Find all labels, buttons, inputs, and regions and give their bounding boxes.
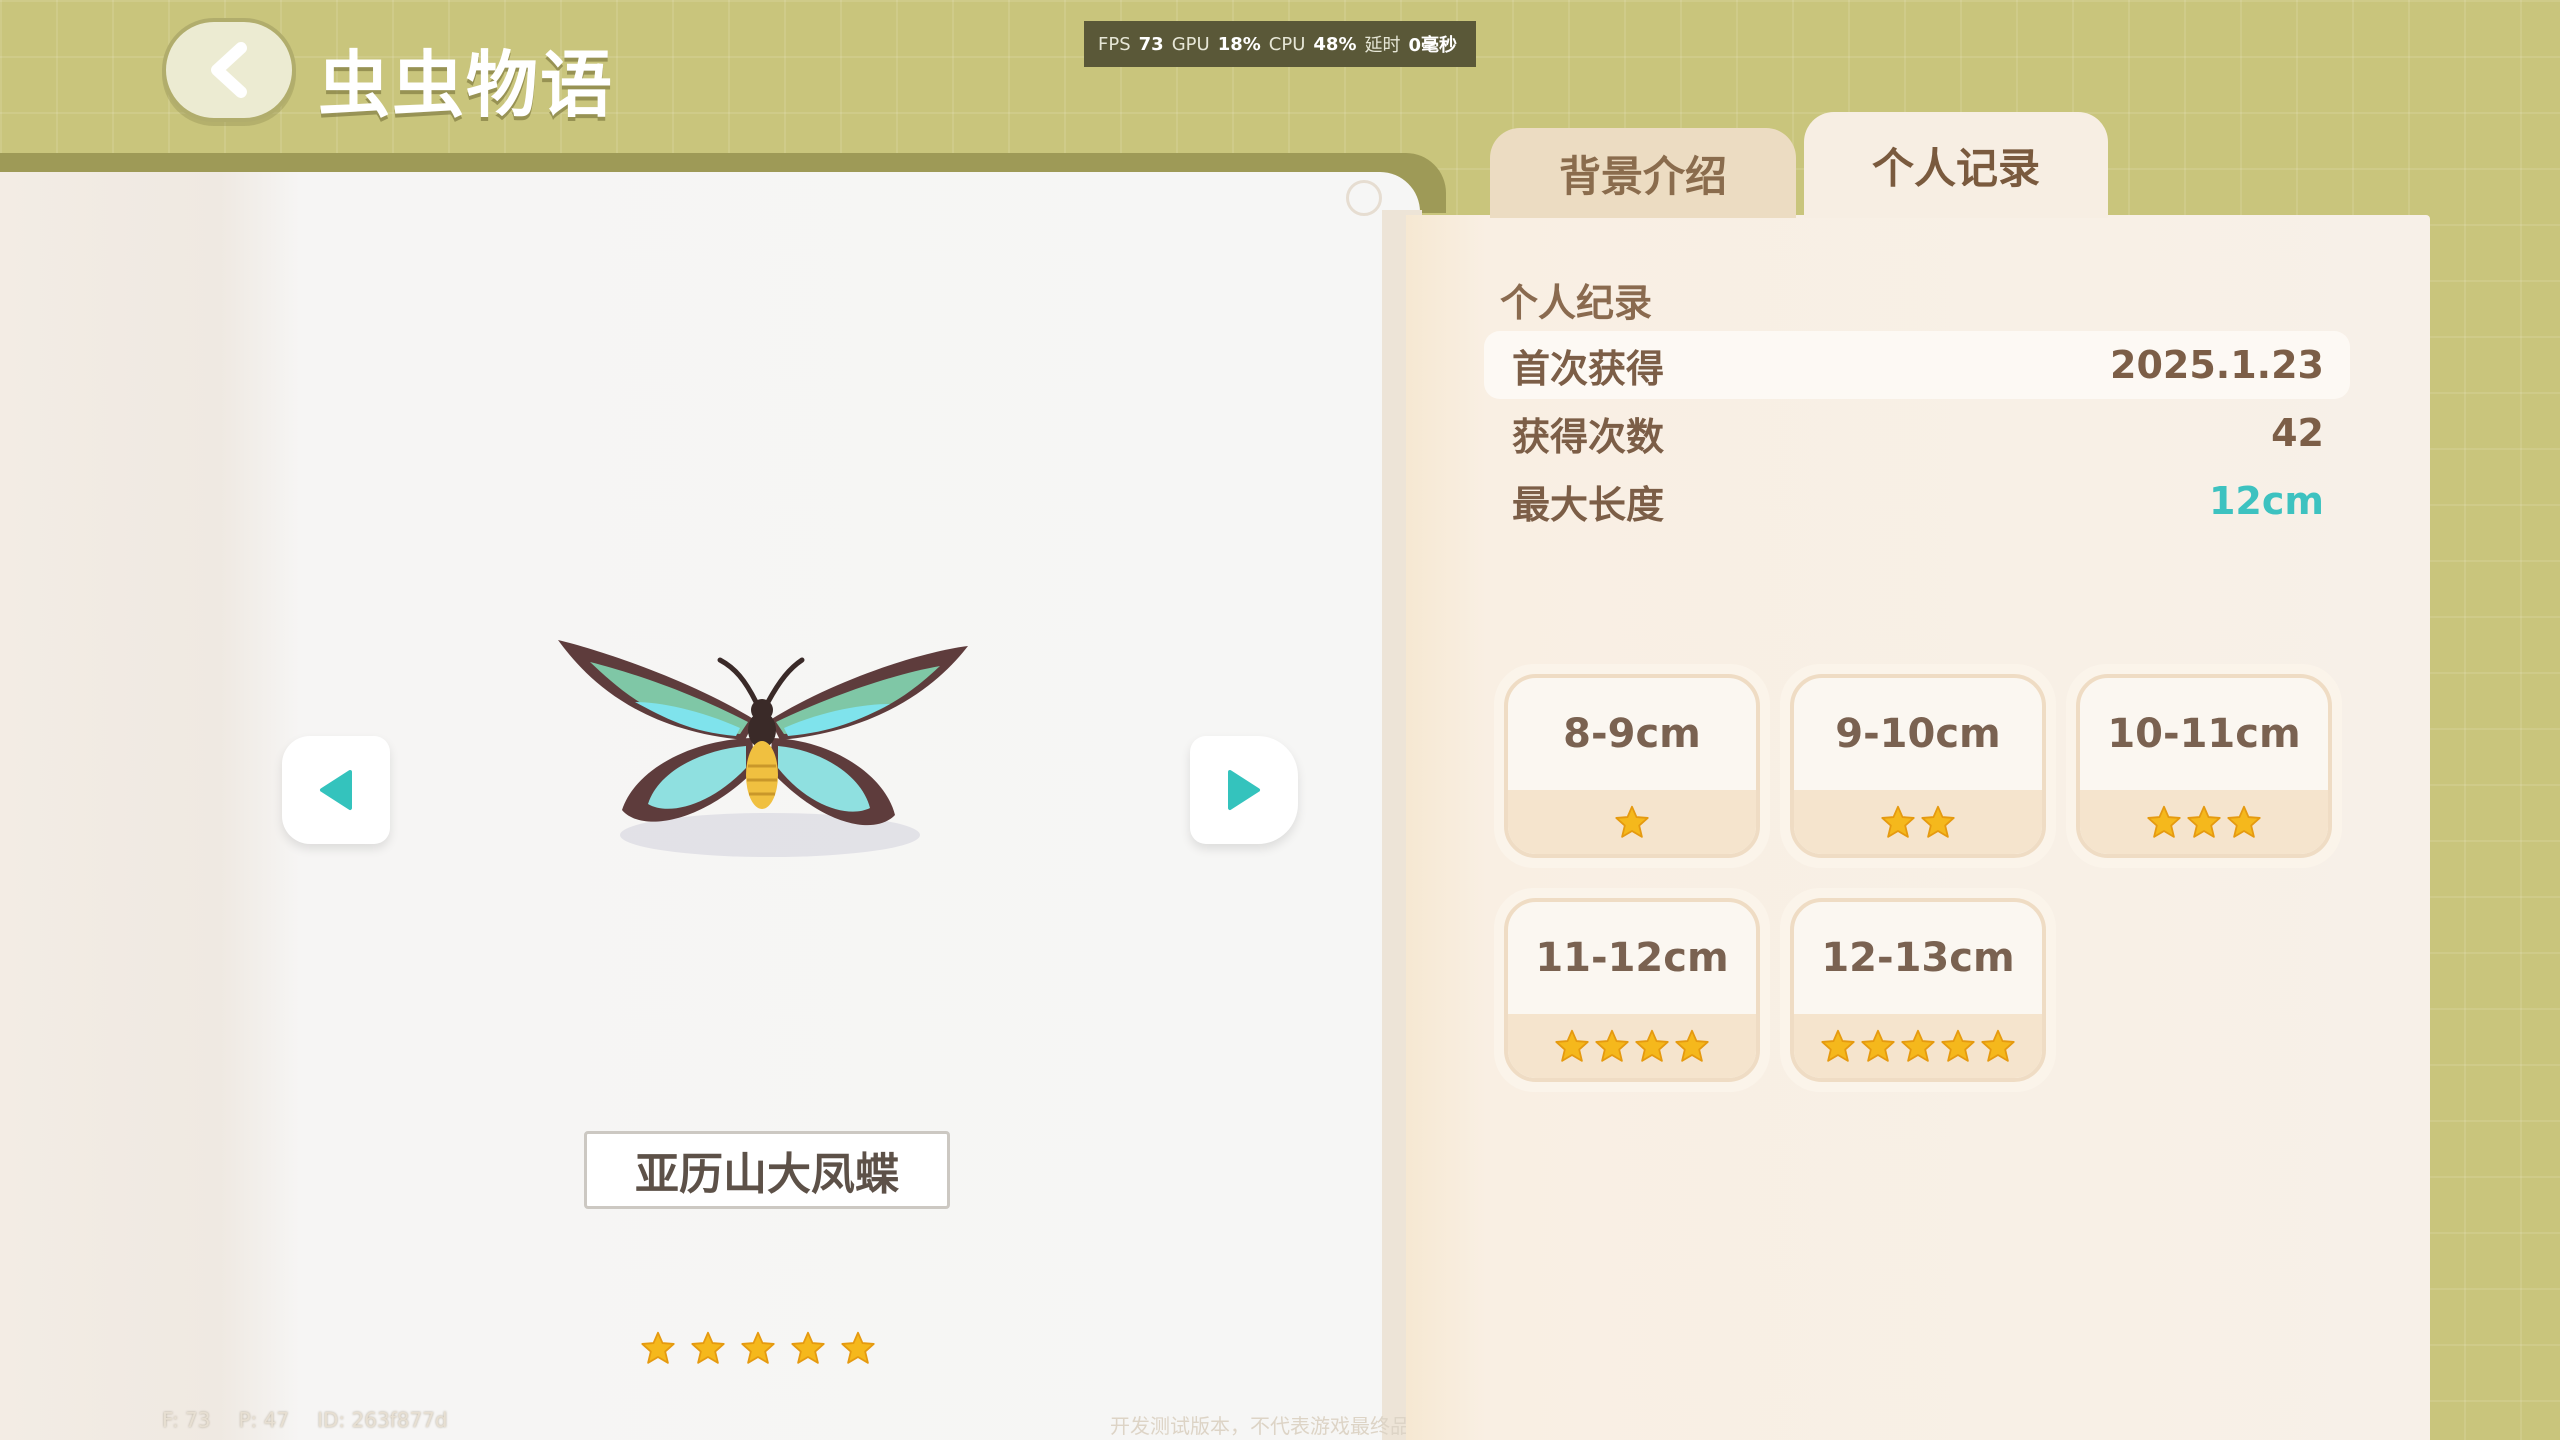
star-icon — [1675, 1029, 1709, 1062]
chevron-left-icon — [211, 42, 247, 98]
star-icon — [1595, 1029, 1629, 1062]
record-value: 12cm — [2208, 479, 2324, 523]
star-icon — [2147, 805, 2181, 838]
star-icon — [1921, 805, 1955, 838]
build-disclaimer: 开发测试版本，不代表游戏最终品质 — [1110, 1414, 1430, 1438]
star-icon — [1941, 1029, 1975, 1062]
size-tier-card[interactable]: 8-9cm — [1494, 664, 1770, 868]
star-icon — [791, 1331, 825, 1364]
star-icon — [691, 1331, 725, 1364]
record-heading: 个人纪录 — [1500, 281, 1653, 325]
star-icon — [1555, 1029, 1589, 1062]
tab-label: 背景介绍 — [1558, 151, 1727, 201]
star-icon — [1981, 1029, 2015, 1062]
tab-personal-record[interactable]: 个人记录 — [1804, 112, 2108, 218]
butterfly-illustration — [558, 640, 968, 857]
star-icon — [1615, 805, 1649, 838]
size-range: 8-9cm — [1563, 711, 1701, 757]
triangle-left-icon — [320, 770, 352, 810]
size-tier-card[interactable]: 9-10cm — [1780, 664, 2056, 868]
performance-overlay: FPS 73 GPU 18% CPU 48% 延时 0毫秒 — [1084, 21, 1476, 67]
star-icon — [2187, 805, 2221, 838]
debug-id: ID: 263f877d — [317, 1408, 448, 1432]
previous-insect-button[interactable] — [282, 736, 390, 844]
size-range: 11-12cm — [1535, 935, 1729, 981]
tier-stars — [2080, 790, 2328, 854]
size-tier-frame: 9-10cm — [1790, 674, 2046, 858]
size-tier-frame: 12-13cm — [1790, 898, 2046, 1082]
size-tier-card[interactable]: 10-11cm — [2066, 664, 2342, 868]
tier-stars — [1794, 790, 2042, 854]
record-row-first-obtained: 首次获得 2025.1.23 — [1484, 331, 2350, 399]
record-row-obtain-count: 获得次数 42 — [1484, 399, 2350, 467]
size-range: 12-13cm — [1821, 935, 2015, 981]
size-tier-frame: 11-12cm — [1504, 898, 1760, 1082]
star-icon — [741, 1331, 775, 1364]
tab-label: 个人记录 — [1871, 143, 2040, 193]
insect-name: 亚历山大凤蝶 — [635, 1149, 899, 1200]
star-icon — [1821, 1029, 1855, 1062]
record-row-max-length: 最大长度 12cm — [1484, 467, 2350, 535]
size-range: 9-10cm — [1835, 711, 2001, 757]
size-tier-frame: 8-9cm — [1504, 674, 1760, 858]
cpu-value: 48% — [1313, 33, 1357, 55]
gpu-label: GPU — [1171, 33, 1210, 55]
star-icon — [641, 1331, 675, 1364]
latency-value: 0毫秒 — [1408, 35, 1458, 56]
debug-info: F: 73 P: 47 ID: 263f877d — [162, 1408, 448, 1432]
tier-stars — [1794, 1014, 2042, 1078]
back-button[interactable] — [162, 18, 296, 122]
fps-value: 73 — [1138, 33, 1164, 55]
record-value: 42 — [2271, 411, 2324, 455]
fps-label: FPS — [1098, 33, 1131, 55]
rarity-stars — [640, 1330, 876, 1366]
star-icon — [2227, 805, 2261, 838]
star-icon — [1635, 1029, 1669, 1062]
gpu-value: 18% — [1217, 33, 1261, 55]
next-insect-button[interactable] — [1190, 736, 1298, 844]
size-tier-card[interactable]: 11-12cm — [1494, 888, 1770, 1092]
record-label: 获得次数 — [1512, 414, 1665, 459]
star-icon — [1861, 1029, 1895, 1062]
debug-f: F: 73 — [162, 1408, 211, 1432]
size-range: 10-11cm — [2107, 711, 2301, 757]
page-title: 虫虫物语 — [318, 43, 615, 127]
size-tier-card[interactable]: 12-13cm — [1780, 888, 2056, 1092]
tier-stars — [1508, 790, 1756, 854]
record-value: 2025.1.23 — [2110, 343, 2324, 387]
latency-label: 延时 — [1364, 35, 1401, 56]
record-label: 首次获得 — [1512, 346, 1665, 391]
size-tier-frame: 10-11cm — [2076, 674, 2332, 858]
tab-background-intro[interactable]: 背景介绍 — [1490, 128, 1796, 218]
star-icon — [1901, 1029, 1935, 1062]
debug-p: P: 47 — [238, 1408, 290, 1432]
tier-stars — [1508, 1014, 1756, 1078]
star-icon — [841, 1331, 875, 1364]
triangle-right-icon — [1228, 770, 1260, 810]
page-corner-decoration — [1346, 180, 1382, 216]
record-label: 最大长度 — [1512, 482, 1665, 527]
star-icon — [1881, 805, 1915, 838]
cpu-label: CPU — [1268, 33, 1306, 55]
insect-name-plate: 亚历山大凤蝶 — [584, 1131, 950, 1209]
